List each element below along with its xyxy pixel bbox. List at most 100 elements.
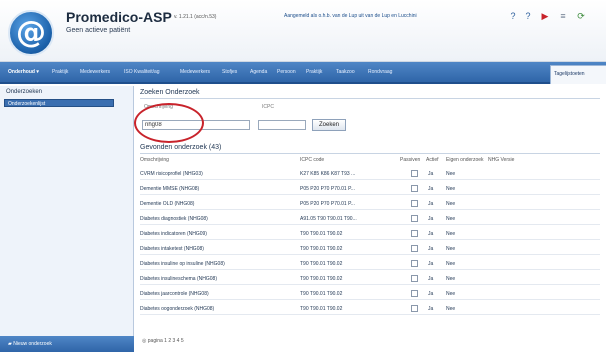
cell-actief: Ja [428,231,434,237]
sidebar-item-onderzoekenlijst[interactable]: Onderzoekenlijst [4,99,114,107]
sidebar: Onderzoeken Onderzoekenlijst [0,86,134,352]
cell-eigen: Nee [446,216,456,222]
cell-icpc: K27 K85 K86 K87 T93 ... [300,171,356,177]
icpc-label: ICPC [262,104,274,110]
cell-eigen: Nee [446,306,456,312]
col-header-actief[interactable]: Actief [426,157,439,163]
passiven-checkbox[interactable] [411,230,418,237]
table-row[interactable]: Dementie OLD (NHG08) P05 P20 P70 P70.01 P… [140,198,600,210]
table-row[interactable]: Diabetes oogonderzoek (NHG08) T90 T90.01 … [140,303,600,315]
cell-omschrijving: Diabetes insulineschema (NHG08) [140,276,217,282]
search-button[interactable]: Zoeken [312,119,346,131]
nav-item-onderhoud[interactable]: Onderhoud ▾ [8,69,39,75]
cell-omschrijving: Dementie OLD (NHG08) [140,201,195,207]
results-title: Gevonden onderzoek (43) [140,144,222,151]
cell-actief: Ja [428,171,434,177]
cell-actief: Ja [428,306,434,312]
tab-active[interactable]: Tagelijstoeten [550,65,606,84]
cell-eigen: Nee [446,186,456,192]
cell-actief: Ja [428,261,434,267]
nav-item-iso[interactable]: ISO Kwaliteit/ag [124,69,160,75]
nav-item-taakzoo[interactable]: Taakzoo [336,69,355,75]
cell-omschrijving: Diabetes indicatoren (NHG09) [140,231,207,237]
app-title: Promedico-ASP [66,9,172,25]
passiven-checkbox[interactable] [411,275,418,282]
cell-eigen: Nee [446,246,456,252]
question-icon[interactable]: ? [523,11,533,21]
version-label: v. 1.21.1 (acc/n.53) [174,14,217,20]
nav-item-agenda[interactable]: Agenda [250,69,267,75]
highlight-circle [134,103,204,143]
passiven-checkbox[interactable] [411,305,418,312]
main-nav: Onderhoud ▾ Praktijk Medewerkers ISO Kwa… [0,62,606,84]
nav-item-medewerkers[interactable]: Medewerkers [80,69,110,75]
col-header-nhg-versie[interactable]: NHG Versie [488,157,514,163]
passiven-checkbox[interactable] [411,245,418,252]
cell-actief: Ja [428,201,434,207]
nav-item-stofjes[interactable]: Stofjes [222,69,237,75]
nav-item-persoon[interactable]: Persoon [277,69,296,75]
refresh-icon[interactable]: ⟳ [576,11,586,21]
table-row[interactable]: CVRM risicoprofiel (NHG03) K27 K85 K86 K8… [140,168,600,180]
passiven-checkbox[interactable] [411,185,418,192]
sidebar-heading: Onderzoeken [6,89,43,95]
cell-icpc: T90 T90.01 T90.02 [300,231,343,237]
cell-actief: Ja [428,276,434,282]
cell-actief: Ja [428,186,434,192]
nav-item-praktijk-2[interactable]: Praktijk [306,69,322,75]
cell-omschrijving: Diabetes insuline op insuline (NHG08) [140,261,225,267]
user-links[interactable]: Aangemeld als o.h.b. van de Lup uit van … [284,13,417,19]
cell-eigen: Nee [446,276,456,282]
cell-icpc: T90 T90.01 T90.02 [300,291,343,297]
table-row[interactable]: Diabetes jaarcontrole (NHG08) T90 T90.01 … [140,288,600,300]
new-onderzoek-label: Nieuw onderzoek [13,341,52,347]
cell-eigen: Nee [446,231,456,237]
patient-status: Geen actieve patiënt [66,27,131,34]
cell-icpc: T90 T90.01 T90.02 [300,276,343,282]
new-onderzoek-button[interactable]: ▰ Nieuw onderzoek [0,336,134,352]
pager-text: pagina 1 2 3 4 5 [147,338,184,344]
col-header-passiven[interactable]: Passiven [400,157,420,163]
app-header: @ Promedico-ASP Geen actieve patiënt v. … [0,0,606,62]
cell-omschrijving: Diabetes oogonderzoek (NHG08) [140,306,215,312]
table-row[interactable]: Diabetes insuline op insuline (NHG08) T90… [140,258,600,270]
cell-icpc: T90 T90.01 T90.02 [300,261,343,267]
cell-icpc: A91.05 T90 T90.01 T90... [300,216,357,222]
table-row[interactable]: Diabetes insulineschema (NHG08) T90 T90.0… [140,273,600,285]
cell-omschrijving: Diabetes jaarcontrole (NHG08) [140,291,209,297]
cell-actief: Ja [428,216,434,222]
passiven-checkbox[interactable] [411,200,418,207]
cell-eigen: Nee [446,171,456,177]
search-title: Zoeken Onderzoek [140,89,200,96]
cell-eigen: Nee [446,291,456,297]
cell-omschrijving: CVRM risicoprofiel (NHG03) [140,171,203,177]
table-row[interactable]: Diabetes intaketest (NHG08) T90 T90.01 T9… [140,243,600,255]
divider [140,98,600,99]
table-row[interactable]: Diabetes diagnostiek (NHG08) A91.05 T90 T… [140,213,600,225]
list-icon[interactable]: ≡ [558,11,568,21]
table-row[interactable]: Dementie MMSE (NHG08) P05 P20 P70 P70.01 … [140,183,600,195]
col-header-icpc[interactable]: ICPC code [300,157,324,163]
cell-omschrijving: Dementie MMSE (NHG08) [140,186,200,192]
passiven-checkbox[interactable] [411,215,418,222]
pager[interactable]: ◎ pagina 1 2 3 4 5 [142,338,184,344]
cell-omschrijving: Diabetes intaketest (NHG08) [140,246,204,252]
help-icon[interactable]: ? [508,11,518,21]
table-row[interactable]: Diabetes indicatoren (NHG09) T90 T90.01 T… [140,228,600,240]
passiven-checkbox[interactable] [411,290,418,297]
nav-item-rondvraag[interactable]: Rondvraag [368,69,392,75]
app-logo: @ [8,10,54,56]
cell-icpc: P05 P20 P70 P70.01 P... [300,201,355,207]
cell-icpc: T90 T90.01 T90.02 [300,246,343,252]
cell-actief: Ja [428,246,434,252]
col-header-eigen[interactable]: Eigen onderzoek [446,157,484,163]
cell-icpc: P05 P20 P70 P70.01 P... [300,186,355,192]
main-panel: Zoeken Onderzoek Omschrijving ICPC Zoeke… [134,86,606,352]
passiven-checkbox[interactable] [411,260,418,267]
icpc-input[interactable] [258,120,306,130]
col-header-omschrijving[interactable]: Omschrijving [140,157,169,163]
forward-icon[interactable]: ▶ [540,11,550,21]
nav-item-medewerkers-2[interactable]: Medewerkers [180,69,210,75]
nav-item-praktijk[interactable]: Praktijk [52,69,68,75]
passiven-checkbox[interactable] [411,170,418,177]
